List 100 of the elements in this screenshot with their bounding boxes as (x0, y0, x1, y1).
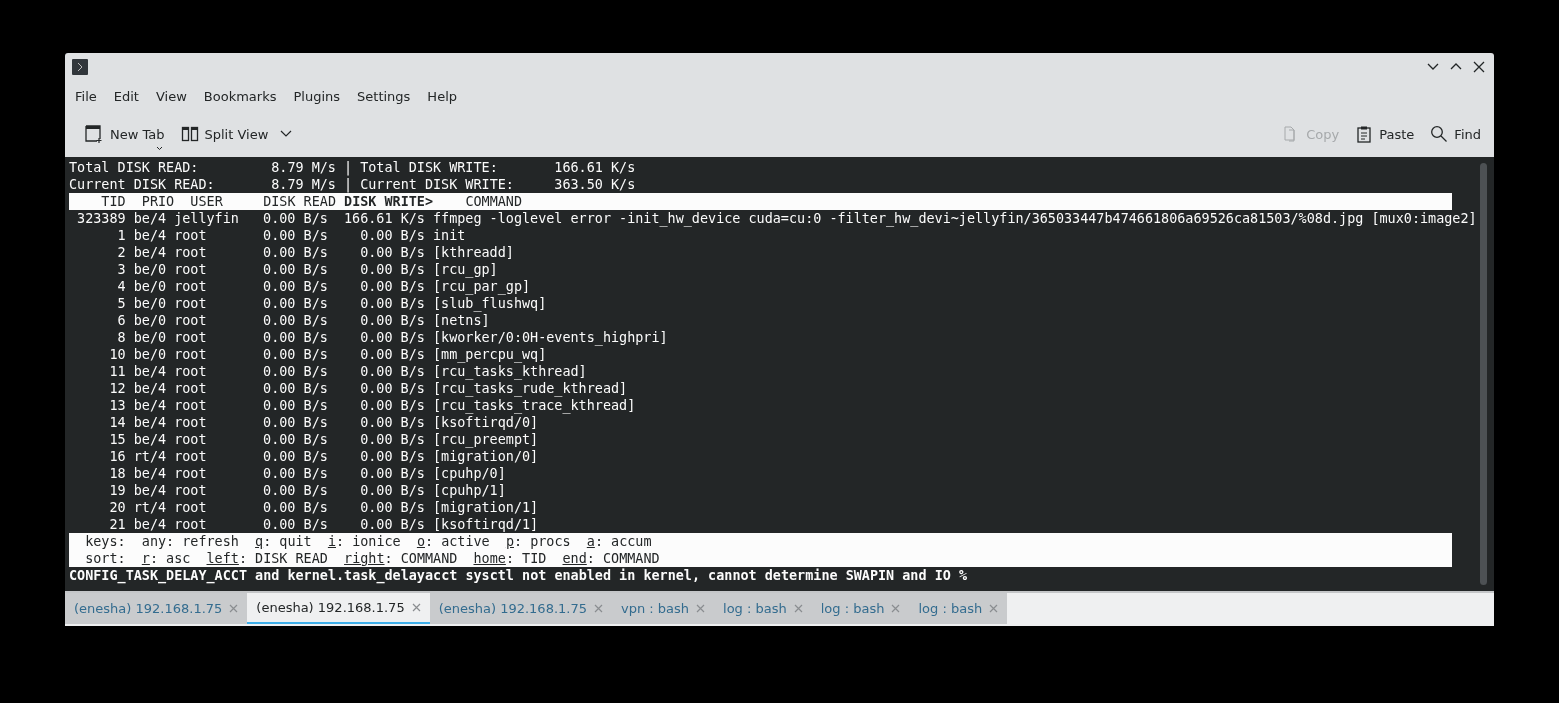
command-cell-text: [rcu_tasks_trace_kthread] (433, 397, 636, 414)
user-cell-text: root (174, 362, 208, 380)
user-cell-text: root (174, 311, 208, 329)
prio-cell: be/0 (133, 328, 167, 346)
close-icon[interactable] (891, 604, 901, 614)
command-cell: [cpuhp/0] (433, 464, 506, 482)
stat-label: Total DISK READ: (69, 158, 200, 176)
close-icon[interactable] (696, 604, 706, 614)
terminal-tab[interactable]: log : bash (811, 593, 910, 625)
disk-write-cell-text: 0.00 B/s (359, 481, 425, 499)
terminal-icon (72, 59, 88, 76)
tid-cell-text: 4 (116, 277, 126, 295)
disk-read-cell-text: 0.00 B/s (262, 498, 328, 516)
close-icon[interactable] (594, 604, 603, 614)
user-cell-text: root (174, 328, 208, 346)
close-icon[interactable] (411, 603, 421, 613)
disk-write-cell-text: 0.00 B/s (359, 345, 425, 363)
close-icon[interactable] (229, 604, 239, 614)
separator-text: | (344, 176, 353, 193)
user-cell-text: root (174, 498, 208, 516)
disk-write-cell-text: 0.00 B/s (359, 430, 425, 448)
tid-cell-text: 16 (108, 447, 126, 465)
close-icon[interactable] (793, 604, 803, 614)
user-cell-text: root (174, 260, 208, 278)
key-hint: end: COMMAND (562, 549, 660, 567)
terminal-tab[interactable]: (enesha) 192.168.1.75 (247, 593, 430, 625)
command-cell-text: [rcu_tasks_rude_kthread] (433, 380, 628, 397)
key-hint: p: procs (505, 532, 571, 550)
tid-cell-text: 3 (116, 260, 126, 278)
menu-item[interactable]: Plugins (293, 89, 349, 105)
column-header[interactable]: USER (190, 192, 223, 210)
disk-write-cell-text: 0.00 B/s (359, 362, 425, 380)
user-cell-text: root (174, 243, 208, 261)
command-cell-text: [rcu_par_gp] (433, 278, 531, 295)
terminal-tab[interactable]: vpn : bash (612, 593, 715, 625)
prio-cell: be/4 (133, 362, 167, 380)
menu-item[interactable]: View (155, 89, 195, 105)
terminal-tab[interactable]: log : bash (909, 593, 1008, 625)
command-cell: [rcu_preempt] (433, 430, 539, 448)
stat-label: Total DISK WRITE: (360, 158, 499, 176)
tid-cell-text: 21 (108, 515, 126, 533)
disk-read-cell-text: 0.00 B/s (262, 464, 328, 482)
column-header[interactable]: DISK WRITE> (344, 192, 434, 210)
close-button[interactable] (1472, 60, 1486, 75)
menu-item[interactable]: Edit (113, 89, 147, 105)
prio-cell: be/4 (133, 379, 167, 397)
tid-cell-text: 15 (108, 430, 126, 448)
column-header[interactable]: COMMAND (465, 192, 523, 210)
terminal-tab[interactable]: (enesha) 192.168.1.75 (65, 593, 248, 625)
prio-cell: be/0 (133, 260, 167, 278)
command-cell: [kworker/0:0H-events_highpri] (433, 328, 668, 346)
command-cell: ffmpeg -loglevel error -init_hw_device cuda=cu:0 -filter_hw_devi~jellyfin/365033447b474661806a69526ca81503/%08d.jpg [mux0:image2] (433, 209, 1476, 227)
command-cell-text: [netns] (433, 312, 490, 329)
disk-write-cell-text: 0.00 B/s (359, 226, 425, 244)
status-message: CONFIG_TASK_DELAY_ACCT and kernel.task_delayacct sysctl not enabled in kernel, cannot determine SWAPIN and IO % (69, 566, 968, 584)
tid-cell-text: 12 (108, 379, 126, 397)
tid-cell-text: 20 (108, 498, 126, 516)
close-icon[interactable] (989, 604, 999, 614)
tid-cell-text: 2 (116, 243, 126, 261)
prio-cell: be/4 (133, 464, 167, 482)
tid-cell-text: 11 (108, 362, 126, 380)
user-cell-text: root (174, 396, 208, 414)
column-header[interactable]: TID (101, 192, 126, 210)
paste-button[interactable]: Paste (1350, 121, 1420, 148)
stat-value: 363.50 K/s (553, 175, 636, 193)
search-icon (1430, 125, 1449, 144)
prio-cell: be/0 (133, 345, 167, 363)
disk-write-cell-text: 0.00 B/s (359, 328, 425, 346)
tid-cell-text: 19 (108, 481, 126, 499)
disk-write-cell-text: 0.00 B/s (359, 447, 425, 465)
key-hint: left: DISK READ (206, 549, 328, 567)
menu-item[interactable]: File (75, 89, 105, 105)
find-button[interactable]: Find (1425, 121, 1486, 148)
key-hint: a: accum (586, 532, 652, 550)
key-hint: home: TID (473, 549, 547, 567)
column-header[interactable]: DISK READ (263, 192, 336, 210)
caret-icon (156, 146, 163, 152)
user-cell-text: jellyfin (174, 209, 240, 227)
menu-item[interactable]: Help (427, 89, 465, 105)
help-label: sort: (85, 549, 126, 567)
disk-read-cell-text: 0.00 B/s (262, 515, 328, 533)
split-view-button[interactable]: Split View (175, 121, 298, 148)
command-cell-text: [slub_flushwq] (433, 295, 547, 312)
tid-cell-text: 13 (108, 396, 126, 414)
menu-item[interactable]: Settings (357, 89, 419, 105)
prio-cell: be/4 (133, 413, 167, 431)
column-header[interactable]: PRIO (141, 192, 175, 210)
terminal-tab[interactable]: log : bash (714, 593, 812, 625)
disk-write-cell-text: 0.00 B/s (359, 311, 425, 329)
command-cell-text: [migration/0] (433, 448, 539, 465)
user-cell-text: root (174, 515, 208, 533)
key-hint: i: ionice (327, 532, 401, 550)
menu-item[interactable]: Bookmarks (203, 89, 285, 105)
command-cell: [cpuhp/1] (433, 481, 506, 499)
new-tab-button[interactable]: New Tab (79, 119, 170, 150)
command-cell: [rcu_gp] (433, 260, 498, 278)
disk-write-cell-text: 0.00 B/s (359, 396, 425, 414)
prio-cell: be/4 (133, 243, 167, 261)
disk-read-cell-text: 0.00 B/s (262, 379, 328, 397)
terminal-tab[interactable]: (enesha) 192.168.1.75 (429, 593, 612, 625)
